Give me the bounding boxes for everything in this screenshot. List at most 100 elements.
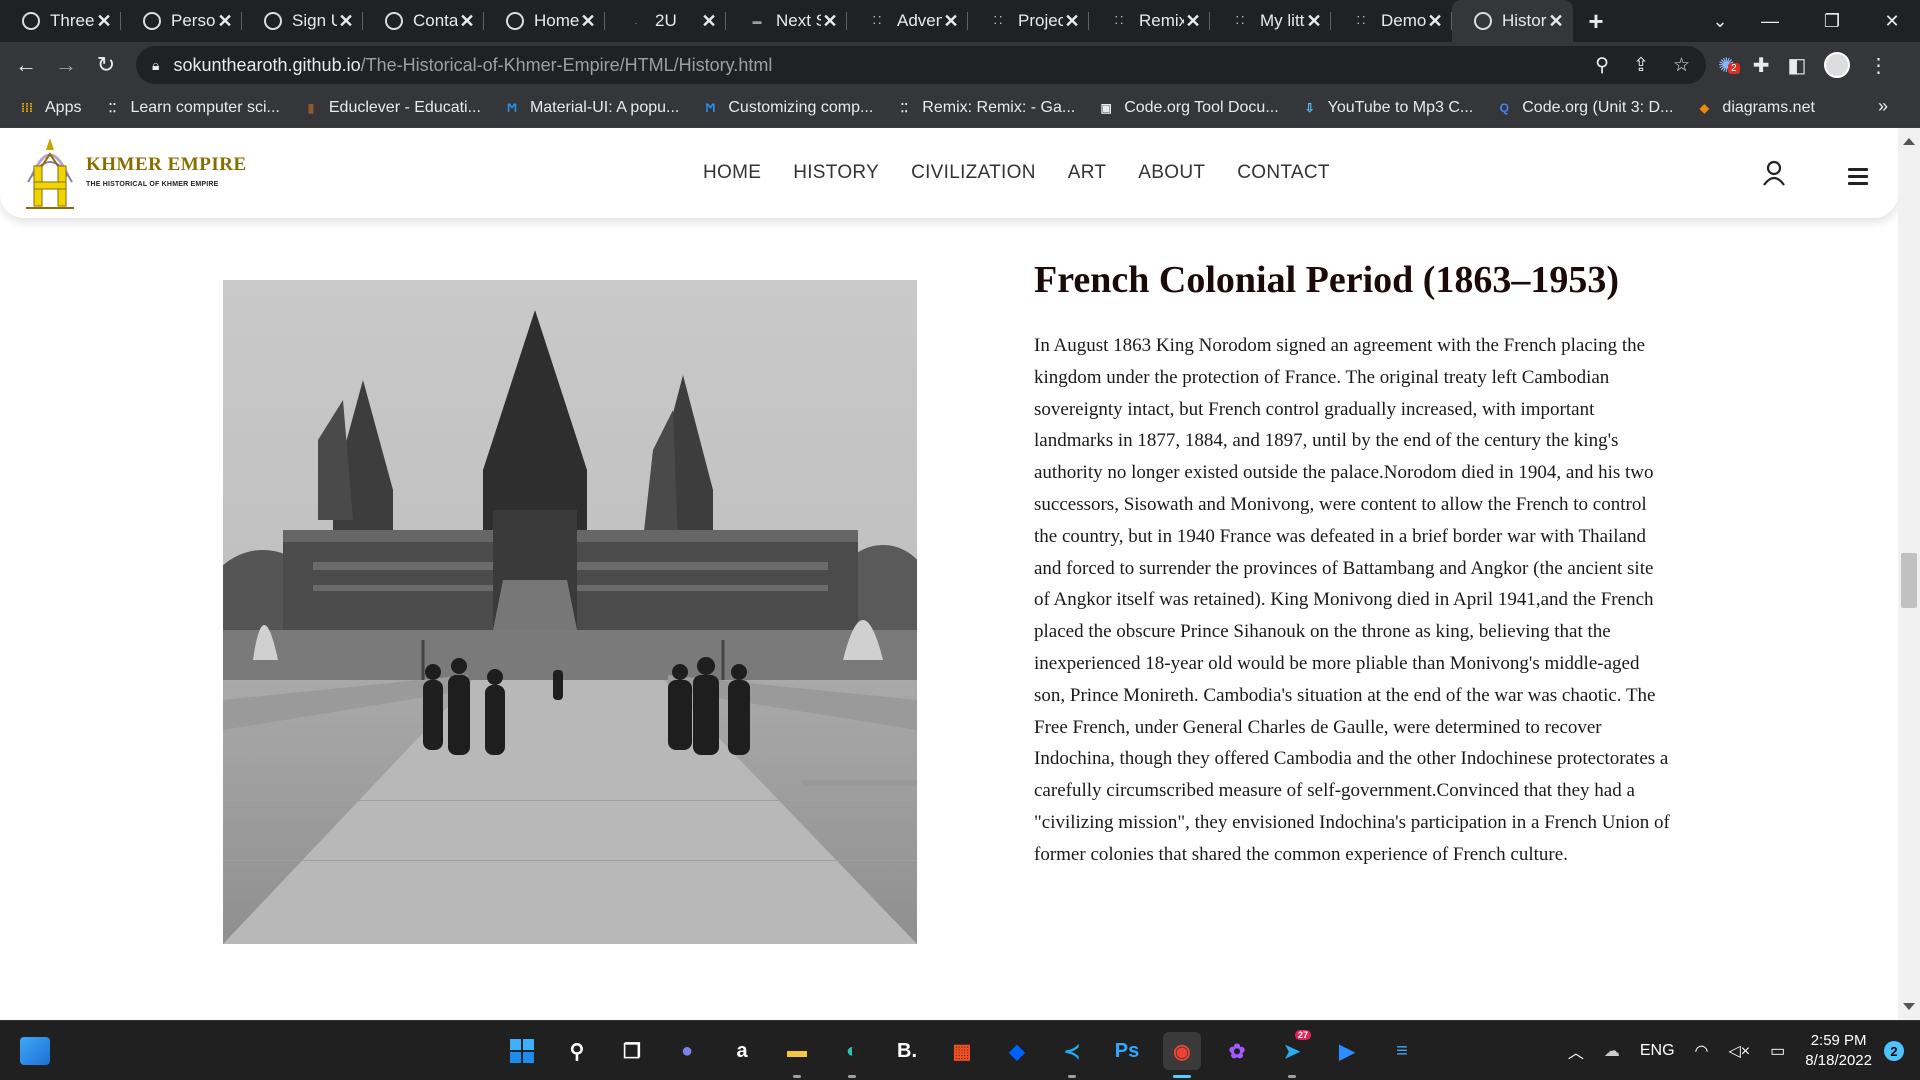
back-button[interactable]: ←	[6, 45, 46, 85]
browser-menu-icon[interactable]: ⋮	[1868, 53, 1888, 78]
tab-close-icon[interactable]: ✕	[337, 11, 355, 32]
new-tab-button[interactable]: +	[1573, 6, 1619, 37]
tray-overflow-icon[interactable]: ︿	[1568, 1039, 1584, 1063]
url-path: /The-Historical-of-Khmer-Empire/HTML/His…	[360, 54, 773, 75]
language-indicator[interactable]: ENG	[1640, 1042, 1675, 1060]
booking-icon[interactable]: B.	[888, 1032, 926, 1070]
tab-close-icon[interactable]: ✕	[1305, 11, 1323, 32]
search-icon[interactable]: ⚲	[558, 1032, 596, 1070]
dropbox-icon[interactable]: ◆	[998, 1032, 1036, 1070]
profile-avatar[interactable]	[1824, 52, 1851, 78]
bookmark-item[interactable]: ⁞⁞⁞ Apps	[18, 99, 81, 117]
bookmark-item[interactable]: ⁚⁚ Learn computer sci...	[103, 99, 280, 117]
side-panel-icon[interactable]: ◧	[1788, 53, 1807, 78]
lock-icon[interactable]: 🔒︎	[152, 57, 159, 74]
bookmark-item[interactable]: ⁚⁚ Remix: Remix: - Ga...	[895, 99, 1075, 117]
scroll-down-arrow-icon[interactable]	[1903, 1003, 1915, 1010]
browser-tab[interactable]: . 2U ✕	[605, 0, 726, 42]
browser-tab[interactable]: Three ✕	[0, 0, 121, 42]
widgets-icon[interactable]	[20, 1037, 50, 1065]
notification-badge[interactable]: 2	[1884, 1041, 1904, 1061]
address-bar[interactable]: 🔒︎ sokunthearoth.github.io/The-Historica…	[136, 46, 1706, 84]
reload-button[interactable]: ↻	[86, 45, 126, 85]
tab-close-icon[interactable]: ✕	[1063, 11, 1081, 32]
chrome-icon[interactable]: ◉	[1163, 1032, 1201, 1078]
browser-tab[interactable]: ▬ Next S✕	[726, 0, 847, 42]
zoom-icon[interactable]: ▶	[1328, 1032, 1366, 1070]
tab-close-icon[interactable]: ✕	[942, 11, 960, 32]
share-icon[interactable]: ⇪	[1633, 54, 1649, 77]
bookmark-item[interactable]: Q Code.org (Unit 3: D...	[1495, 99, 1674, 117]
brand-tagline: THE HISTORICAL OF KHMER EMPIRE	[86, 181, 219, 188]
scroll-up-arrow-icon[interactable]	[1903, 138, 1915, 145]
bookmarks-overflow-button[interactable]: »	[1878, 96, 1888, 117]
tab-close-icon[interactable]: ✕	[700, 11, 718, 32]
browser-tab[interactable]: Persor✕	[121, 0, 242, 42]
amazon-icon[interactable]: a	[723, 1032, 761, 1070]
extensions-puzzle-icon[interactable]: ✚	[1753, 53, 1770, 78]
nav-home[interactable]: HOME	[703, 162, 761, 184]
tab-close-icon[interactable]: ✕	[95, 11, 113, 32]
scrollbar-thumb[interactable]	[1901, 553, 1917, 608]
task-view-icon[interactable]: ❐	[613, 1032, 651, 1070]
bookmark-item[interactable]: ▮ Educlever - Educati...	[302, 99, 481, 117]
code-org-box-icon: ▣	[1100, 100, 1112, 115]
vscode-icon[interactable]: ≺	[1053, 1032, 1091, 1078]
nav-about[interactable]: ABOUT	[1138, 162, 1205, 184]
minimize-button[interactable]: —	[1740, 0, 1800, 42]
start-icon[interactable]	[503, 1032, 541, 1070]
browser-tab[interactable]: ⁚⁚ Adven ✕	[847, 0, 968, 42]
edge-icon[interactable]: ◐	[833, 1032, 871, 1078]
bookmark-label: Material-UI: A popu...	[529, 98, 680, 116]
file-explorer-icon[interactable]: ▬	[778, 1032, 816, 1078]
khmer-empire-logo[interactable]	[22, 136, 78, 212]
tab-title: Three	[50, 11, 95, 30]
nav-art[interactable]: ART	[1068, 162, 1107, 184]
tab-close-icon[interactable]: ✕	[458, 11, 476, 32]
browser-tab[interactable]: Conta ✕	[363, 0, 484, 42]
close-window-button[interactable]: ✕	[1862, 0, 1920, 42]
figma-icon[interactable]: ✿	[1218, 1032, 1256, 1070]
tab-close-icon[interactable]: ✕	[1184, 11, 1202, 32]
wifi-icon[interactable]: ◠	[1695, 1041, 1709, 1061]
store-icon[interactable]: ▦	[943, 1032, 981, 1070]
notepad-icon[interactable]: ≡	[1383, 1032, 1421, 1070]
bookmark-star-icon[interactable]: ☆	[1673, 54, 1690, 77]
nav-civilization[interactable]: CIVILIZATION	[911, 162, 1036, 184]
hamburger-menu-icon[interactable]	[1848, 168, 1868, 189]
extension-icon[interactable]: ✺ 2	[1718, 53, 1740, 78]
tab-close-icon[interactable]: ✕	[1426, 11, 1444, 32]
battery-icon[interactable]: ▭	[1770, 1041, 1785, 1061]
browser-tab[interactable]: Home ✕	[484, 0, 605, 42]
onedrive-icon[interactable]: ☁	[1604, 1041, 1620, 1061]
telegram-icon[interactable]: ➤ 27	[1273, 1030, 1312, 1078]
volume-icon[interactable]: ◁×	[1728, 1041, 1750, 1061]
browser-tab[interactable]: Histor ✕	[1452, 0, 1573, 42]
tab-close-icon[interactable]: ✕	[821, 11, 839, 32]
browser-tab[interactable]: Sign U ✕	[242, 0, 363, 42]
photoshop-icon[interactable]: Ps	[1108, 1032, 1146, 1070]
tab-close-icon[interactable]: ✕	[1547, 11, 1565, 32]
user-account-icon[interactable]	[1762, 160, 1786, 186]
bookmark-item[interactable]: Ϻ Customizing comp...	[701, 99, 873, 117]
bookmark-item[interactable]: ◆ diagrams.net	[1695, 99, 1815, 117]
nav-history[interactable]: HISTORY	[793, 162, 879, 184]
browser-tab[interactable]: ⁚⁚ Demo ✕	[1331, 0, 1452, 42]
download-icon: ⇩	[1304, 100, 1315, 115]
browser-tab[interactable]: ⁚⁚ My litt ✕	[1210, 0, 1331, 42]
clock[interactable]: 2:59 PM 8/18/2022	[1805, 1031, 1872, 1071]
bookmark-item[interactable]: ⇩ YouTube to Mp3 C...	[1301, 99, 1474, 117]
nav-contact[interactable]: CONTACT	[1237, 162, 1330, 184]
globe-icon	[385, 12, 403, 30]
bookmark-item[interactable]: ▣ Code.org Tool Docu...	[1097, 99, 1279, 117]
browser-tab[interactable]: ⁚⁚ Remix ✕	[1089, 0, 1210, 42]
page-scrollbar[interactable]	[1898, 128, 1920, 1020]
chat-icon[interactable]: ●	[668, 1032, 706, 1070]
browser-tab[interactable]: ⁚⁚ Projec ✕	[968, 0, 1089, 42]
forward-button[interactable]: →	[46, 45, 86, 85]
tab-close-icon[interactable]: ✕	[216, 11, 234, 32]
restore-button[interactable]: ❐	[1802, 0, 1862, 42]
bookmark-item[interactable]: Ϻ Material-UI: A popu...	[503, 99, 679, 117]
zoom-icon[interactable]: ⚲	[1595, 54, 1609, 77]
tab-close-icon[interactable]: ✕	[579, 11, 597, 32]
